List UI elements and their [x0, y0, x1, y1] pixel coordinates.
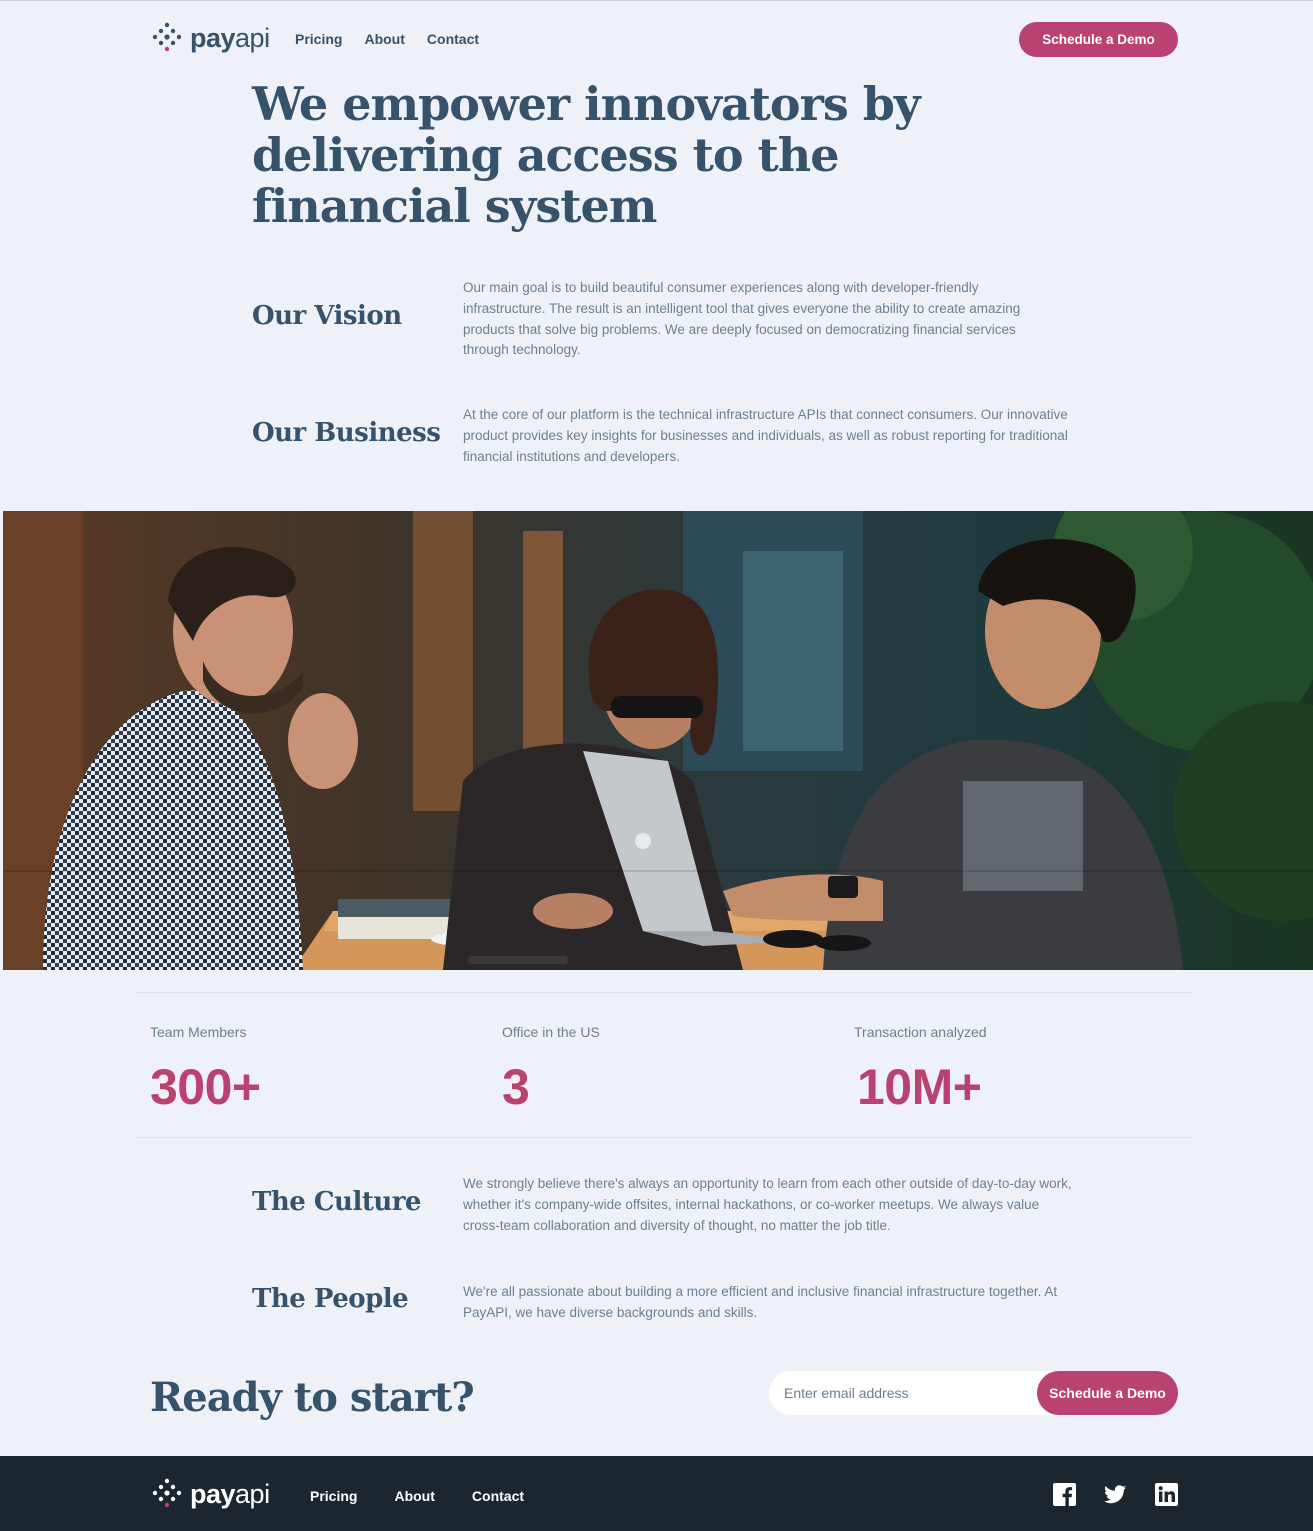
- facebook-icon[interactable]: [1053, 1483, 1076, 1506]
- vision-heading: Our Vision: [252, 301, 402, 331]
- cta-schedule-demo-button[interactable]: Schedule a Demo: [1037, 1371, 1178, 1415]
- footer-nav-about[interactable]: About: [394, 1488, 434, 1504]
- nav-about[interactable]: About: [364, 31, 404, 47]
- footer-logo-mark-icon: [152, 1478, 182, 1508]
- main-nav: Pricing About Contact: [295, 31, 479, 47]
- social-links: [1053, 1483, 1178, 1506]
- footer-nav-contact[interactable]: Contact: [472, 1488, 524, 1504]
- footer-logo[interactable]: payapi: [150, 1478, 270, 1510]
- email-signup-form: Schedule a Demo: [769, 1371, 1178, 1415]
- stat-label-transactions: Transaction analyzed: [854, 1024, 987, 1040]
- stat-label-offices: Office in the US: [502, 1024, 600, 1040]
- divider-top: [136, 992, 1192, 993]
- hero-title: We empower innovators by delivering acce…: [252, 77, 921, 233]
- top-border: [0, 0, 1313, 1]
- business-heading: Our Business: [252, 418, 441, 448]
- team-photo-illustration: [3, 511, 1313, 970]
- footer-logo-wordmark: payapi: [190, 1478, 270, 1509]
- cta-title: Ready to start?: [150, 1374, 475, 1421]
- logo-wordmark: payapi: [190, 22, 270, 53]
- logo[interactable]: payapi: [150, 22, 270, 54]
- team-photo: [3, 511, 1313, 970]
- site-footer: payapi Pricing About Contact: [0, 1456, 1313, 1531]
- stat-value-offices: 3: [502, 1059, 530, 1115]
- stat-value-team: 300+: [150, 1059, 261, 1115]
- stat-label-team: Team Members: [150, 1024, 247, 1040]
- stat-value-transactions: 10M+: [857, 1059, 982, 1115]
- nav-contact[interactable]: Contact: [427, 31, 479, 47]
- linkedin-icon[interactable]: [1155, 1483, 1178, 1506]
- email-input[interactable]: [769, 1371, 1039, 1415]
- divider-bottom: [136, 1137, 1192, 1138]
- culture-heading: The Culture: [252, 1187, 421, 1217]
- logo-mark-icon: [152, 22, 182, 52]
- twitter-icon[interactable]: [1104, 1483, 1127, 1506]
- people-text: We're all passionate about building a mo…: [463, 1284, 1058, 1320]
- nav-pricing[interactable]: Pricing: [295, 31, 342, 47]
- schedule-demo-button[interactable]: Schedule a Demo: [1019, 22, 1178, 57]
- footer-nav: Pricing About Contact: [310, 1488, 524, 1504]
- people-heading: The People: [252, 1284, 409, 1314]
- vision-text: Our main goal is to build beautiful cons…: [463, 280, 1021, 358]
- site-header: payapi Pricing About Contact Schedule a …: [150, 18, 1178, 62]
- business-text: At the core of our platform is the techn…: [463, 407, 1068, 464]
- culture-text: We strongly believe there's always an op…: [463, 1176, 1072, 1233]
- footer-nav-pricing[interactable]: Pricing: [310, 1488, 357, 1504]
